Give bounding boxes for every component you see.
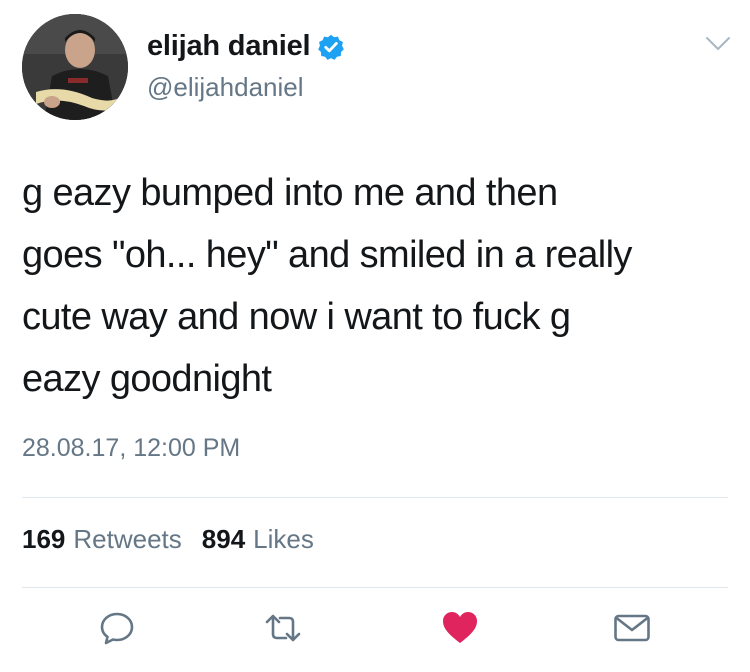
like-button[interactable] (440, 608, 480, 648)
retweet-button[interactable] (263, 608, 303, 648)
action-bar (0, 600, 750, 656)
likes-count: 894 (201, 524, 246, 554)
likes-label: Likes (253, 524, 314, 554)
envelope-icon (614, 614, 650, 642)
avatar[interactable] (22, 14, 128, 120)
heart-icon (443, 612, 477, 643)
tweet-timestamp[interactable]: 28.08.17, 12:00 PM (22, 434, 240, 463)
divider (22, 497, 728, 498)
direct-message-button[interactable] (612, 608, 652, 648)
reply-button[interactable] (97, 608, 137, 648)
retweets-label: Retweets (73, 524, 182, 554)
display-name[interactable]: elijah daniel (147, 30, 311, 63)
user-handle[interactable]: @elijahdaniel (147, 72, 304, 103)
avatar-image (22, 14, 128, 120)
chevron-down-icon[interactable] (704, 34, 732, 54)
tweet-header: elijah daniel @elijahdaniel (22, 14, 732, 124)
tweet-text: g eazy bumped into me and then goes "oh.… (22, 172, 632, 400)
retweets-count: 169 (22, 524, 66, 554)
retweets-stat[interactable]: 169 Retweets (22, 524, 182, 555)
reply-icon (100, 612, 134, 645)
name-row: elijah daniel (147, 30, 345, 63)
likes-stat[interactable]: 894 Likes (202, 524, 314, 555)
retweet-icon (265, 614, 301, 642)
verified-badge-icon (317, 33, 345, 61)
tweet-card: elijah daniel @elijahdaniel g eazy bumpe… (0, 0, 750, 672)
divider (22, 587, 728, 588)
tweet-stats: 169 Retweets 894 Likes (22, 524, 314, 555)
